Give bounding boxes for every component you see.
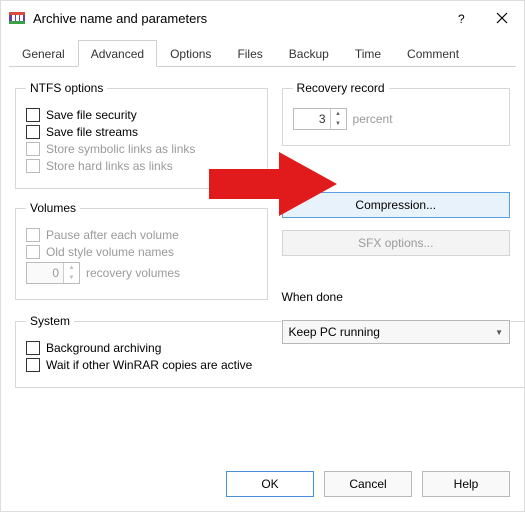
titlebar: Archive name and parameters ? <box>1 1 524 35</box>
lbl-hardlinks: Store hard links as links <box>46 159 173 173</box>
volumes-legend: Volumes <box>26 201 80 215</box>
recovery-group: Recovery record ▲▼ percent <box>282 81 510 146</box>
chk-save-security[interactable] <box>26 108 40 122</box>
compression-button[interactable]: Compression... <box>282 192 510 218</box>
when-done-value: Keep PC running <box>289 325 380 339</box>
ntfs-group: NTFS options Save file security Save fil… <box>15 81 268 189</box>
tab-comment[interactable]: Comment <box>394 40 472 67</box>
lbl-background[interactable]: Background archiving <box>46 341 161 355</box>
recovery-percent-spinner[interactable]: ▲▼ <box>293 108 347 130</box>
spin-down-icon[interactable]: ▼ <box>331 119 346 129</box>
tab-time[interactable]: Time <box>342 40 394 67</box>
dialog-window: Archive name and parameters ? General Ad… <box>0 0 525 512</box>
chk-pause-volume <box>26 228 40 242</box>
volumes-group: Volumes Pause after each volume Old styl… <box>15 201 268 300</box>
lbl-save-security[interactable]: Save file security <box>46 108 137 122</box>
system-legend: System <box>26 314 74 328</box>
chk-hardlinks <box>26 159 40 173</box>
recovery-legend: Recovery record <box>293 81 389 95</box>
when-done-label: When done <box>282 290 510 304</box>
spin-up-icon[interactable]: ▲ <box>331 109 346 119</box>
chk-oldstyle <box>26 245 40 259</box>
ok-button[interactable]: OK <box>226 471 314 497</box>
when-done-select[interactable]: Keep PC running ▼ <box>282 320 510 344</box>
tab-advanced[interactable]: Advanced <box>78 40 157 67</box>
tab-files[interactable]: Files <box>224 40 275 67</box>
dialog-footer: OK Cancel Help <box>1 461 524 511</box>
window-title: Archive name and parameters <box>33 11 442 26</box>
chevron-down-icon: ▼ <box>495 328 503 337</box>
tab-options[interactable]: Options <box>157 40 224 67</box>
lbl-pause-volume: Pause after each volume <box>46 228 179 242</box>
help-button[interactable]: ? <box>442 4 482 32</box>
chk-wait[interactable] <box>26 358 40 372</box>
chk-background[interactable] <box>26 341 40 355</box>
tab-bar: General Advanced Options Files Backup Ti… <box>9 39 516 67</box>
spin-up-icon: ▲ <box>64 263 79 273</box>
recovery-volumes-input <box>27 263 63 283</box>
recovery-percent-input[interactable] <box>294 109 330 129</box>
tab-general[interactable]: General <box>9 40 78 67</box>
help-footer-button[interactable]: Help <box>422 471 510 497</box>
chk-symlinks <box>26 142 40 156</box>
lbl-save-streams[interactable]: Save file streams <box>46 125 138 139</box>
recovery-volumes-spinner: ▲▼ <box>26 262 80 284</box>
tab-content: NTFS options Save file security Save fil… <box>1 67 524 461</box>
close-button[interactable] <box>482 4 522 32</box>
lbl-recovery-volumes: recovery volumes <box>86 266 180 280</box>
lbl-wait[interactable]: Wait if other WinRAR copies are active <box>46 358 252 372</box>
chk-save-streams[interactable] <box>26 125 40 139</box>
ntfs-legend: NTFS options <box>26 81 107 95</box>
lbl-percent: percent <box>353 112 393 126</box>
sfx-options-button: SFX options... <box>282 230 510 256</box>
tab-backup[interactable]: Backup <box>276 40 342 67</box>
lbl-symlinks: Store symbolic links as links <box>46 142 195 156</box>
lbl-oldstyle: Old style volume names <box>46 245 174 259</box>
app-icon <box>9 10 25 26</box>
cancel-button[interactable]: Cancel <box>324 471 412 497</box>
spin-down-icon: ▼ <box>64 273 79 283</box>
svg-text:?: ? <box>458 12 465 25</box>
